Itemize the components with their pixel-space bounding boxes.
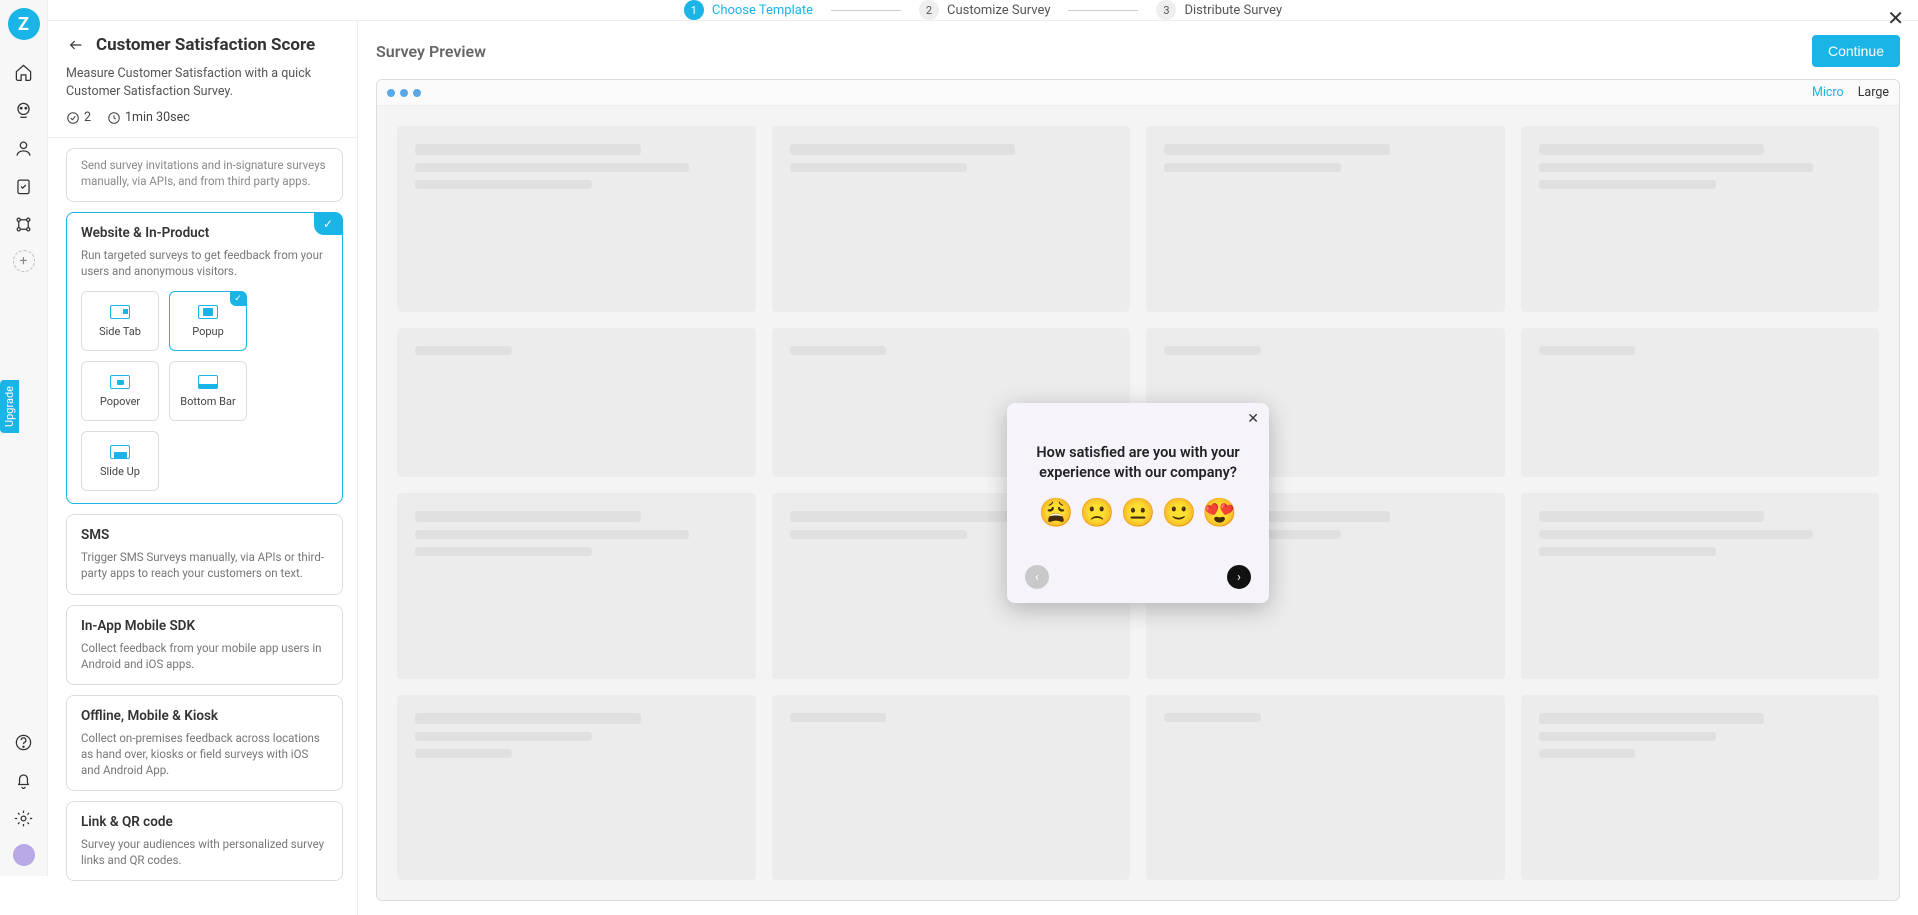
mock-card — [1521, 493, 1880, 679]
close-icon[interactable]: ✕ — [1887, 6, 1904, 30]
popup-prev-icon[interactable]: ‹ — [1025, 565, 1049, 589]
avatar[interactable] — [13, 844, 35, 866]
channel-title: Website & In-Product — [81, 225, 328, 241]
mock-card — [1521, 126, 1880, 312]
channel-title: Offline, Mobile & Kiosk — [81, 708, 328, 724]
step-choose-template[interactable]: 1 Choose Template — [684, 0, 813, 20]
subopt-label: Bottom Bar — [180, 395, 235, 408]
window-dots — [387, 89, 421, 97]
sidebar-title: Customer Satisfaction Score — [96, 35, 315, 55]
slideup-icon — [110, 445, 130, 459]
add-button[interactable]: + — [13, 250, 35, 272]
clipboard-icon[interactable] — [12, 174, 36, 198]
emoji-2[interactable]: 🙁 — [1080, 496, 1115, 529]
subopt-sidetab[interactable]: Side Tab — [81, 291, 159, 351]
sidebar: Customer Satisfaction Score Measure Cust… — [48, 21, 358, 915]
step-label-1: Choose Template — [712, 3, 813, 18]
home-icon[interactable] — [12, 60, 36, 84]
channel-desc: Collect feedback from your mobile app us… — [81, 640, 328, 672]
channel-sdk[interactable]: In-App Mobile SDK Collect feedback from … — [66, 605, 343, 685]
step-num-1: 1 — [684, 0, 704, 20]
user-icon[interactable] — [12, 136, 36, 160]
sidebar-description: Measure Customer Satisfaction with a qui… — [66, 65, 339, 100]
mock-card — [772, 695, 1131, 881]
settings-icon[interactable] — [12, 806, 36, 830]
size-large[interactable]: Large — [1858, 85, 1889, 100]
feedback-icon[interactable] — [12, 98, 36, 122]
channel-title: SMS — [81, 527, 328, 543]
subopt-label: Slide Up — [100, 465, 140, 478]
bottombar-icon — [198, 375, 218, 389]
upgrade-tab[interactable]: Upgrade — [0, 380, 19, 433]
subopt-popup[interactable]: ✓ Popup — [169, 291, 247, 351]
flow-icon[interactable] — [12, 212, 36, 236]
channel-website[interactable]: ✓ Website & In-Product Run targeted surv… — [66, 212, 343, 504]
step-divider — [831, 10, 901, 11]
size-micro[interactable]: Micro — [1812, 85, 1844, 100]
channel-email-truncated[interactable]: Send survey invitations and in-signature… — [66, 148, 343, 202]
step-customize-survey[interactable]: 2 Customize Survey — [919, 0, 1051, 20]
step-label-3: Distribute Survey — [1184, 3, 1282, 18]
bell-icon[interactable] — [12, 768, 36, 792]
popup-question: How satisfied are you with your experien… — [1025, 443, 1251, 482]
check-icon: ✓ — [314, 213, 342, 235]
channel-desc: Run targeted surveys to get feedback fro… — [81, 247, 328, 279]
step-divider — [1068, 10, 1138, 11]
subopt-label: Popover — [100, 395, 140, 408]
channel-desc: Survey your audiences with personalized … — [81, 836, 328, 868]
app-logo[interactable]: Z — [8, 8, 40, 40]
channel-desc: Send survey invitations and in-signature… — [81, 157, 328, 189]
duration: 1min 30sec — [107, 110, 190, 125]
topbar: 1 Choose Template 2 Customize Survey 3 D… — [48, 0, 1918, 21]
step-num-2: 2 — [919, 0, 939, 20]
preview-title: Survey Preview — [376, 42, 486, 61]
mock-card — [1521, 695, 1880, 881]
emoji-4[interactable]: 🙂 — [1161, 496, 1196, 529]
step-distribute-survey[interactable]: 3 Distribute Survey — [1156, 0, 1282, 20]
channel-title: In-App Mobile SDK — [81, 618, 328, 634]
mock-card — [1521, 328, 1880, 478]
emoji-5[interactable]: 😍 — [1202, 496, 1237, 529]
continue-button[interactable]: Continue — [1812, 35, 1900, 67]
preview-area: Survey Preview Continue Micro Large — [358, 21, 1918, 915]
channel-desc: Trigger SMS Surveys manually, via APIs o… — [81, 549, 328, 581]
subopt-label: Side Tab — [99, 325, 141, 338]
channel-link[interactable]: Link & QR code Survey your audiences wit… — [66, 801, 343, 881]
help-icon[interactable] — [12, 730, 36, 754]
channel-desc: Collect on-premises feedback across loca… — [81, 730, 328, 778]
mock-card — [1146, 126, 1505, 312]
emoji-3[interactable]: 😐 — [1121, 496, 1156, 529]
channel-offline[interactable]: Offline, Mobile & Kiosk Collect on-premi… — [66, 695, 343, 791]
mock-card — [397, 695, 756, 881]
mock-card — [397, 126, 756, 312]
subopt-bottombar[interactable]: Bottom Bar — [169, 361, 247, 421]
mock-card — [772, 126, 1131, 312]
subopt-label: Popup — [192, 325, 224, 338]
browser-frame: Micro Large — [376, 79, 1900, 901]
popup-close-icon[interactable]: ✕ — [1247, 411, 1259, 427]
subopt-popover[interactable]: Popover — [81, 361, 159, 421]
step-label-2: Customize Survey — [947, 3, 1051, 18]
survey-popup: ✕ How satisfied are you with your experi… — [1007, 403, 1269, 603]
channel-sms[interactable]: SMS Trigger SMS Surveys manually, via AP… — [66, 514, 343, 594]
sidetab-icon — [110, 305, 130, 319]
popup-next-icon[interactable]: › — [1227, 565, 1251, 589]
mock-card — [1146, 695, 1505, 881]
emoji-1[interactable]: 😩 — [1039, 496, 1074, 529]
popover-icon — [110, 375, 130, 389]
back-arrow-icon[interactable] — [66, 37, 86, 53]
subopt-slideup[interactable]: Slide Up — [81, 431, 159, 491]
mock-card — [397, 328, 756, 478]
step-num-3: 3 — [1156, 0, 1176, 20]
icon-rail: Z + — [0, 0, 48, 876]
check-icon: ✓ — [230, 292, 246, 306]
channel-title: Link & QR code — [81, 814, 328, 830]
popup-icon — [198, 305, 218, 319]
question-count: 2 — [66, 110, 91, 125]
mock-card — [397, 493, 756, 679]
